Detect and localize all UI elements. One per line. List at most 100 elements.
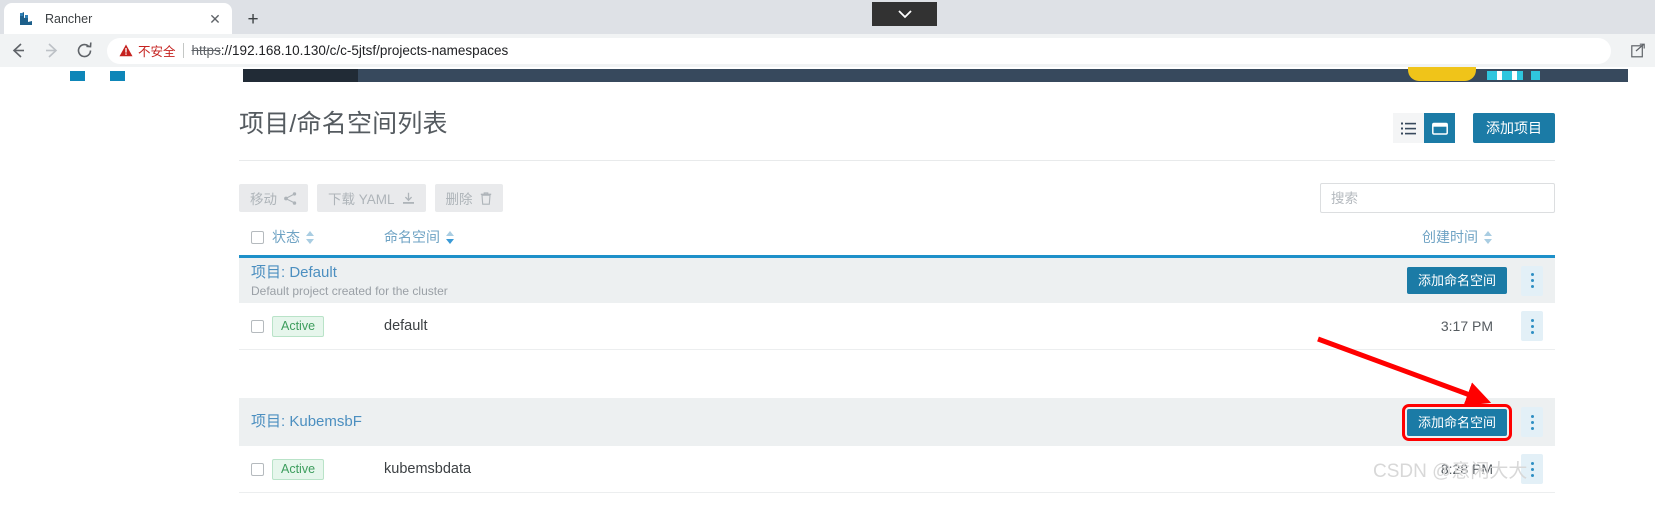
tab-strip: Rancher ✕ + <box>0 0 1655 34</box>
row-checkbox[interactable] <box>251 319 264 333</box>
address-bar[interactable]: 不安全 https://192.168.10.130/c/c-5jtsf/pro… <box>107 37 1611 64</box>
forward-button <box>36 36 66 66</box>
csdn-watermark: CSDN @意闲大大 <box>1373 461 1528 482</box>
list-view-button[interactable] <box>1393 113 1424 143</box>
rancher-app: 项目/命名空间列表 添加项目 移动 下载 YAML 删除 搜索 状态 命名空间 … <box>0 67 1655 516</box>
navbar-segment-dark <box>243 69 358 82</box>
omnibox-divider <box>182 43 184 58</box>
project-group-header: 项目: KubemsbF 添加命名空间 <box>239 398 1555 446</box>
add-namespace-button[interactable]: 添加命名空间 <box>1406 267 1507 294</box>
bulk-actions-toolbar: 移动 下载 YAML 删除 <box>239 161 1555 219</box>
navbar-logo-block-left <box>70 71 85 81</box>
status-badge: Active <box>272 315 325 337</box>
status-badge: Active <box>272 458 325 480</box>
navbar-yellow-badge <box>1408 67 1476 81</box>
download-yaml-button[interactable]: 下载 YAML <box>317 184 426 212</box>
project-actions-kebab[interactable] <box>1521 407 1543 437</box>
project-group-header: 项目: Default Default project created for … <box>239 255 1555 303</box>
sort-state-icon[interactable] <box>306 230 315 244</box>
move-label: 移动 <box>250 192 277 207</box>
row-select-cell[interactable] <box>239 319 272 333</box>
close-icon[interactable]: ✕ <box>206 10 224 28</box>
project-name[interactable]: KubemsbF <box>289 413 362 430</box>
arrow-right-icon <box>45 43 57 58</box>
url-text: https://192.168.10.130/c/c-5jtsf/project… <box>192 43 509 58</box>
search-input[interactable] <box>1320 183 1555 213</box>
group-view-button[interactable] <box>1424 113 1455 143</box>
project-description: Default project created for the cluster <box>251 283 448 298</box>
download-yaml-label: 下载 YAML <box>328 192 395 207</box>
sort-created-icon[interactable] <box>1484 230 1493 244</box>
navbar-cyan-blocks <box>1487 71 1523 80</box>
column-namespace-label: 命名空间 <box>384 229 440 245</box>
reload-button[interactable] <box>69 36 99 66</box>
list-view-icon <box>1401 122 1416 134</box>
share-icon <box>1630 43 1645 58</box>
trash-icon <box>480 191 491 205</box>
navbar-cyan-gap-2 <box>1512 71 1517 80</box>
table-row[interactable]: Active kubemsbdata 8:28 PM <box>239 446 1555 493</box>
column-created-label: 创建时间 <box>1422 229 1478 245</box>
select-all-cell[interactable] <box>239 230 272 244</box>
back-button[interactable] <box>3 36 33 66</box>
rancher-favicon-icon <box>18 10 35 27</box>
column-state[interactable]: 状态 <box>272 227 384 247</box>
column-state-label: 状态 <box>272 229 300 245</box>
project-prefix: 项目: <box>251 263 286 281</box>
page-container: 项目/命名空间列表 添加项目 移动 下载 YAML 删除 搜索 状态 命名空间 … <box>239 82 1555 493</box>
table-header-row: 状态 命名空间 创建时间 <box>239 219 1555 255</box>
navbar-logo-block-right <box>110 71 125 81</box>
row-namespace-cell[interactable]: kubemsbdata <box>384 461 1323 477</box>
header-actions: 添加项目 <box>1393 113 1555 143</box>
row-state-cell: Active <box>272 315 384 337</box>
project-group-text: 项目: Default Default project created for … <box>251 264 1407 298</box>
delete-label: 删除 <box>445 192 473 207</box>
row-checkbox[interactable] <box>251 462 264 476</box>
delete-button[interactable]: 删除 <box>434 184 503 212</box>
chevron-down-icon <box>897 9 912 18</box>
warning-triangle-icon <box>119 44 133 57</box>
select-all-checkbox[interactable] <box>251 230 264 244</box>
move-button[interactable]: 移动 <box>239 184 308 212</box>
url-scheme: https <box>191 43 221 58</box>
browser-chrome: Rancher ✕ + 不安全 https://192.168.10.130/c… <box>0 0 1655 67</box>
page-header: 项目/命名空间列表 添加项目 <box>239 82 1555 166</box>
project-group-title[interactable]: 项目: Default <box>251 264 1407 282</box>
security-label: 不安全 <box>138 45 176 59</box>
row-actions-cell[interactable] <box>1513 311 1555 341</box>
tab-search-menu-button[interactable] <box>872 2 937 26</box>
table-row[interactable]: Active default 3:17 PM <box>239 303 1555 350</box>
share-nodes-icon <box>284 191 297 205</box>
row-select-cell[interactable] <box>239 462 272 476</box>
column-created[interactable]: 创建时间 <box>1323 227 1513 247</box>
browser-tab-rancher[interactable]: Rancher ✕ <box>4 3 232 34</box>
row-state-cell: Active <box>272 458 384 480</box>
new-tab-button[interactable]: + <box>240 6 266 32</box>
url-rest: ://192.168.10.130/c/c-5jtsf/projects-nam… <box>220 43 509 58</box>
project-group-title[interactable]: 项目: KubemsbF <box>251 413 1407 431</box>
navbar-cyan-gap-1 <box>1497 71 1502 80</box>
project-prefix: 项目: <box>251 413 286 430</box>
navbar-cyan-block-last <box>1531 71 1540 80</box>
reload-icon <box>77 42 92 58</box>
security-warning[interactable]: 不安全 <box>119 41 176 60</box>
row-actions-kebab[interactable] <box>1521 311 1543 341</box>
project-name[interactable]: Default <box>289 264 337 281</box>
row-created-cell: 3:17 PM <box>1440 318 1493 334</box>
add-namespace-button[interactable]: 添加命名空间 <box>1401 403 1513 441</box>
page-title: 项目/命名空间列表 <box>239 110 448 138</box>
sort-namespace-icon[interactable] <box>446 230 455 244</box>
arrow-left-icon <box>12 43 24 58</box>
app-navbar-cutoff <box>0 67 1655 82</box>
share-page-button[interactable] <box>1621 36 1655 66</box>
project-group-text: 项目: KubemsbF <box>251 413 1407 431</box>
tab-title: Rancher <box>45 11 93 26</box>
browser-toolbar: 不安全 https://192.168.10.130/c/c-5jtsf/pro… <box>0 34 1655 67</box>
column-namespace[interactable]: 命名空间 <box>384 227 1323 247</box>
project-actions-kebab[interactable] <box>1521 265 1543 296</box>
add-project-button[interactable]: 添加项目 <box>1473 113 1555 143</box>
group-spacer <box>239 350 1555 398</box>
folder-icon <box>1431 122 1448 135</box>
download-icon <box>402 192 414 204</box>
row-namespace-cell[interactable]: default <box>384 318 1323 334</box>
